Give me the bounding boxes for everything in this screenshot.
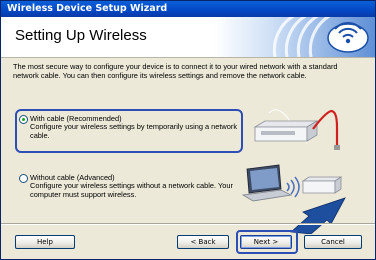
header-banner: Setting Up Wireless xyxy=(1,17,375,58)
back-button[interactable]: < Back xyxy=(177,235,229,249)
pointer-arrow-icon xyxy=(290,197,346,234)
cancel-button[interactable]: Cancel xyxy=(304,235,362,249)
page-title: Setting Up Wireless xyxy=(15,27,147,44)
wireless-banner-graphic xyxy=(215,17,375,57)
option-without-cable-description: Configure your wireless settings without… xyxy=(30,181,233,199)
window-title: Wireless Device Setup Wizard xyxy=(7,3,168,14)
option-with-cable-description: Configure your wireless settings by temp… xyxy=(30,122,238,140)
title-bar[interactable]: Wireless Device Setup Wizard xyxy=(1,1,375,17)
wizard-window: Wireless Device Setup Wizard Setting Up … xyxy=(0,0,376,260)
printer-with-cable-illustration xyxy=(253,109,340,150)
radio-with-cable[interactable] xyxy=(19,115,28,124)
help-button[interactable]: Help xyxy=(15,235,75,249)
button-separator xyxy=(1,223,375,225)
intro-text: The most secure way to configure your de… xyxy=(13,62,338,80)
radio-without-cable[interactable] xyxy=(19,174,28,183)
next-button[interactable]: Next > xyxy=(240,235,292,249)
